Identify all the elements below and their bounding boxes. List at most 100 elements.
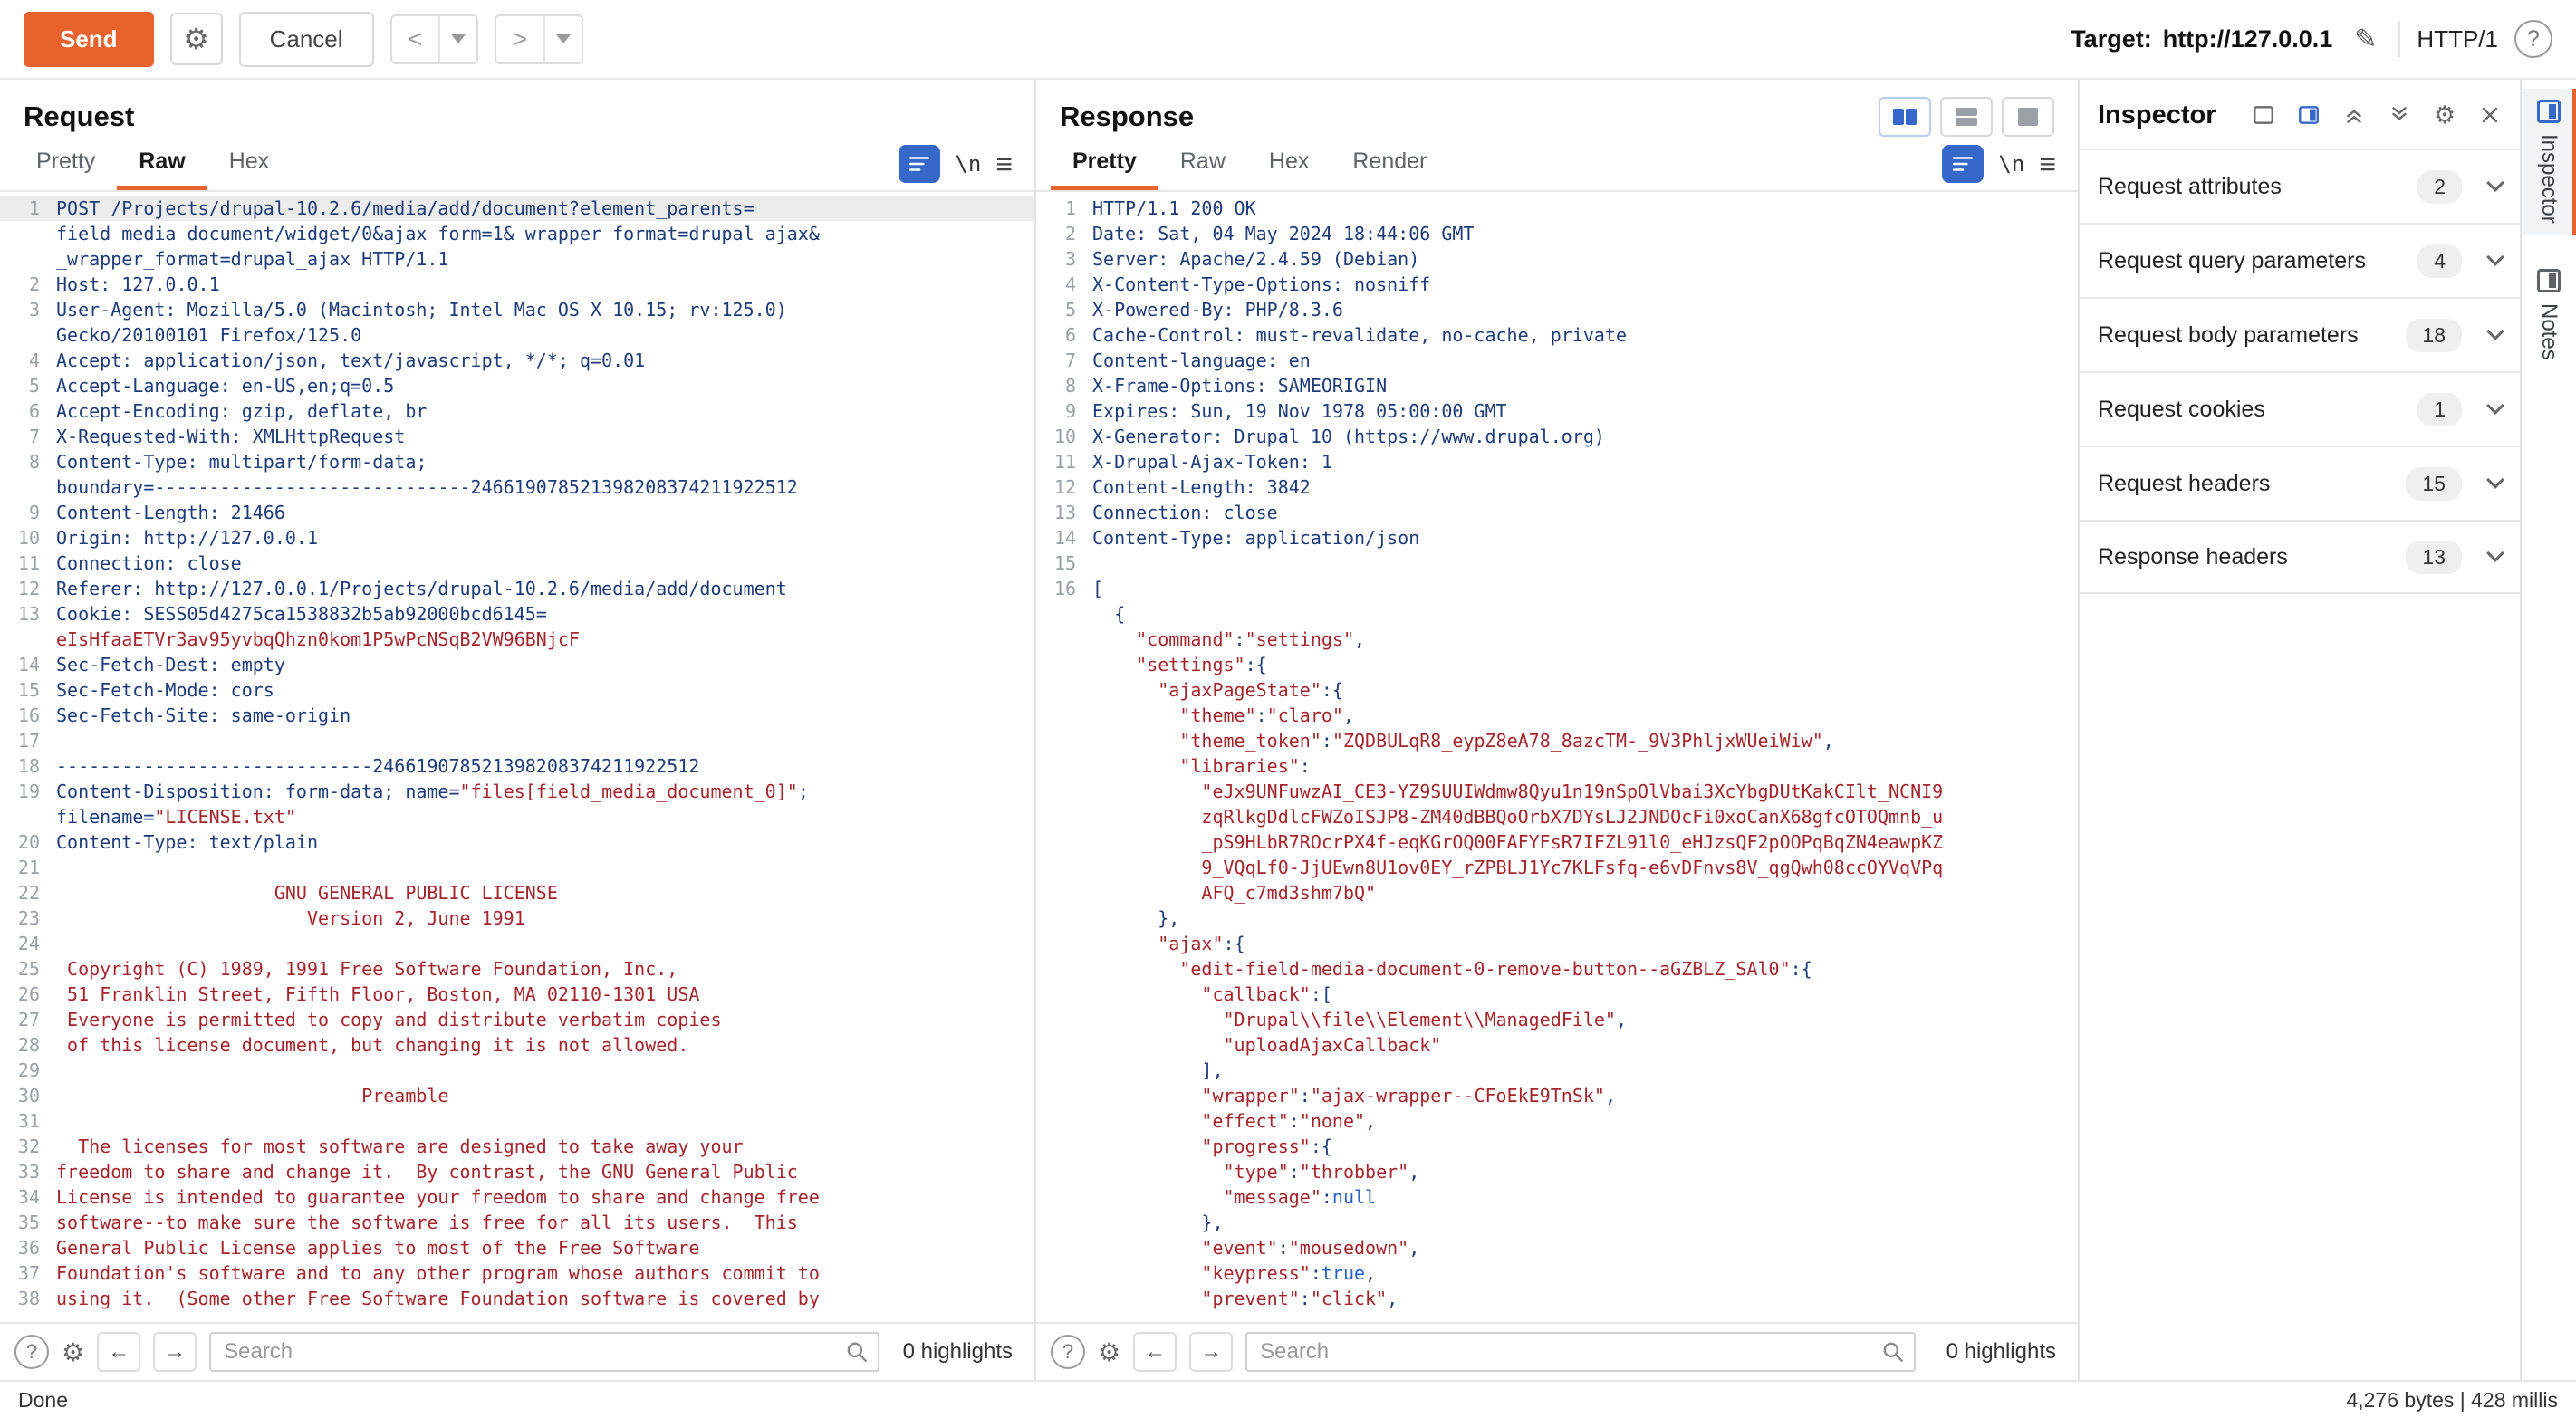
code-line[interactable]: 9Content-Length: 21466 [0,500,1034,525]
code-line[interactable]: 1HTTP/1.1 200 OK [1036,196,2078,221]
code-line[interactable]: 3User-Agent: Mozilla/5.0 (Macintosh; Int… [0,297,1034,322]
code-line[interactable]: 36General Public License applies to most… [0,1235,1034,1260]
search-prev-button[interactable]: ← [97,1332,140,1372]
inspector-split-view-button[interactable] [2292,98,2326,132]
code-line[interactable]: "type":"throbber", [1036,1159,2078,1184]
code-line[interactable]: 14Sec-Fetch-Dest: empty [0,652,1034,677]
code-line[interactable]: 13Cookie: SESS05d4275ca1538832b5ab92000b… [0,601,1034,627]
search-help-button[interactable]: ? [1051,1335,1085,1369]
cancel-button[interactable]: Cancel [239,12,374,67]
search-next-button[interactable]: → [1189,1332,1233,1372]
inspector-expand-all-button[interactable] [2382,98,2417,132]
code-line[interactable]: 2Date: Sat, 04 May 2024 18:44:06 GMT [1036,221,2078,246]
code-line[interactable]: 6Accept-Encoding: gzip, deflate, br [0,398,1034,424]
code-line[interactable]: 25 Copyright (C) 1989, 1991 Free Softwar… [0,956,1034,982]
code-line[interactable]: "libraries": [1036,753,2078,779]
code-line[interactable]: 6Cache-Control: must-revalidate, no-cach… [1036,322,2078,348]
code-line[interactable]: "event":"mousedown", [1036,1235,2078,1260]
edit-target-button[interactable]: ✎ [2349,20,2382,59]
code-line[interactable]: "effect":"none", [1036,1108,2078,1134]
nonprinting-toggle-button[interactable]: \n [1998,151,2024,177]
wrap-toggle-button[interactable] [1942,145,1984,183]
code-line[interactable]: }, [1036,905,2078,931]
tab-render[interactable]: Render [1331,138,1448,190]
code-line[interactable]: boundary=-----------------------------24… [0,474,1034,500]
code-line[interactable]: 37Foundation's software and to any other… [0,1260,1034,1286]
code-line[interactable]: _pS9HLbR7ROcrPX4f-eqKGrOQ00FAFYFsR7IFZL9… [1036,829,2078,855]
single-layout-button[interactable] [2002,97,2054,137]
code-line[interactable]: "eJx9UNFuwzAI_CE3-YZ9SUUIWdmw8Qyu1n19nSp… [1036,779,2078,804]
code-line[interactable]: 15 [1036,551,2078,576]
code-line[interactable]: 11X-Drupal-Ajax-Token: 1 [1036,449,2078,474]
code-line[interactable]: 8X-Frame-Options: SAMEORIGIN [1036,373,2078,398]
code-line[interactable]: 4X-Content-Type-Options: nosniff [1036,272,2078,297]
code-line[interactable]: 9Expires: Sun, 19 Nov 1978 05:00:00 GMT [1036,398,2078,424]
code-line[interactable]: 12Referer: http://127.0.0.1/Projects/dru… [0,576,1034,601]
code-line[interactable]: "callback":[ [1036,982,2078,1007]
tab-raw[interactable]: Raw [1158,138,1247,190]
side-tab-notes[interactable]: Notes [2522,258,2576,371]
tab-pretty[interactable]: Pretty [14,138,117,190]
inspector-section-request-headers[interactable]: Request headers15 [2080,446,2520,520]
search-help-button[interactable]: ? [14,1335,49,1369]
inspector-section-response-headers[interactable]: Response headers13 [2080,520,2520,594]
history-forward-dropdown[interactable] [543,16,582,62]
code-line[interactable]: "wrapper":"ajax-wrapper--CFoEkE9TnSk", [1036,1083,2078,1108]
inspector-section-request-cookies[interactable]: Request cookies1 [2080,371,2520,446]
search-settings-button[interactable]: ⚙ [62,1337,84,1367]
tab-hex[interactable]: Hex [1247,138,1331,190]
code-line[interactable]: "theme":"claro", [1036,703,2078,728]
code-line[interactable]: "theme_token":"ZQDBULqR8_eypZ8eA78_8azcT… [1036,728,2078,753]
inspector-section-request-query-parameters[interactable]: Request query parameters4 [2080,223,2520,297]
code-line[interactable]: zqRlkgDdlcFWZoISJP8-ZM40dBBQoOrbX7DYsLJ2… [1036,804,2078,829]
search-prev-button[interactable]: ← [1133,1332,1177,1372]
rows-layout-button[interactable] [1940,97,1993,137]
help-button[interactable]: ? [2514,20,2552,58]
code-line[interactable]: 20Content-Type: text/plain [0,829,1034,855]
code-line[interactable]: 24 [0,931,1034,956]
code-line[interactable]: 30 Preamble [0,1083,1034,1108]
code-line[interactable]: 9_VQqLf0-JjUEwn8U1ov0EY_rZPBLJ1Yc7KLFsfq… [1036,855,2078,880]
code-line[interactable]: 14Content-Type: application/json [1036,525,2078,551]
inspector-dock-button[interactable] [2246,98,2281,132]
code-line[interactable]: 8Content-Type: multipart/form-data; [0,449,1034,474]
code-line[interactable]: 15Sec-Fetch-Mode: cors [0,677,1034,703]
code-line[interactable]: 38using it. (Some other Free Software Fo… [0,1286,1034,1311]
code-line[interactable]: 18-----------------------------246619078… [0,753,1034,779]
search-input[interactable] [209,1332,879,1372]
code-line[interactable]: _wrapper_format=drupal_ajax HTTP/1.1 [0,246,1034,272]
tab-raw[interactable]: Raw [117,138,207,190]
code-line[interactable]: 32 The licenses for most software are de… [0,1134,1034,1159]
code-line[interactable]: 16[ [1036,576,2078,601]
code-line[interactable]: "keypress":true, [1036,1260,2078,1286]
code-line[interactable]: { [1036,601,2078,627]
code-line[interactable]: "settings":{ [1036,652,2078,677]
code-line[interactable]: "ajax":{ [1036,931,2078,956]
code-line[interactable]: 2Host: 127.0.0.1 [0,272,1034,297]
code-line[interactable]: "progress":{ [1036,1134,2078,1159]
code-line[interactable]: "message":null [1036,1184,2078,1210]
inspector-section-request-body-parameters[interactable]: Request body parameters18 [2080,297,2520,371]
code-line[interactable]: 7Content-language: en [1036,348,2078,373]
search-next-button[interactable]: → [153,1332,197,1372]
code-line[interactable]: AFQ_c7md3shm7bQ" [1036,880,2078,905]
inspector-close-button[interactable] [2473,98,2507,132]
request-editor[interactable]: 1POST /Projects/drupal-10.2.6/media/add/… [0,192,1034,1322]
code-line[interactable]: 4Accept: application/json, text/javascri… [0,348,1034,373]
code-line[interactable]: 21 [0,855,1034,880]
code-line[interactable]: 7X-Requested-With: XMLHttpRequest [0,424,1034,449]
code-line[interactable]: 5X-Powered-By: PHP/8.3.6 [1036,297,2078,322]
code-line[interactable]: 10X-Generator: Drupal 10 (https://www.dr… [1036,424,2078,449]
code-line[interactable]: Gecko/20100101 Firefox/125.0 [0,322,1034,348]
nonprinting-toggle-button[interactable]: \n [955,151,981,177]
code-line[interactable]: 12Content-Length: 3842 [1036,474,2078,500]
code-line[interactable]: 13Connection: close [1036,500,2078,525]
code-line[interactable]: 19Content-Disposition: form-data; name="… [0,779,1034,804]
code-line[interactable]: 11Connection: close [0,551,1034,576]
history-back-button[interactable]: < [392,16,439,62]
columns-layout-button[interactable] [1879,97,1931,137]
code-line[interactable]: 17 [0,728,1034,753]
editor-menu-button[interactable]: ≡ [2039,149,2056,178]
send-settings-button[interactable]: ⚙ [170,13,223,65]
tab-pretty[interactable]: Pretty [1051,138,1158,190]
